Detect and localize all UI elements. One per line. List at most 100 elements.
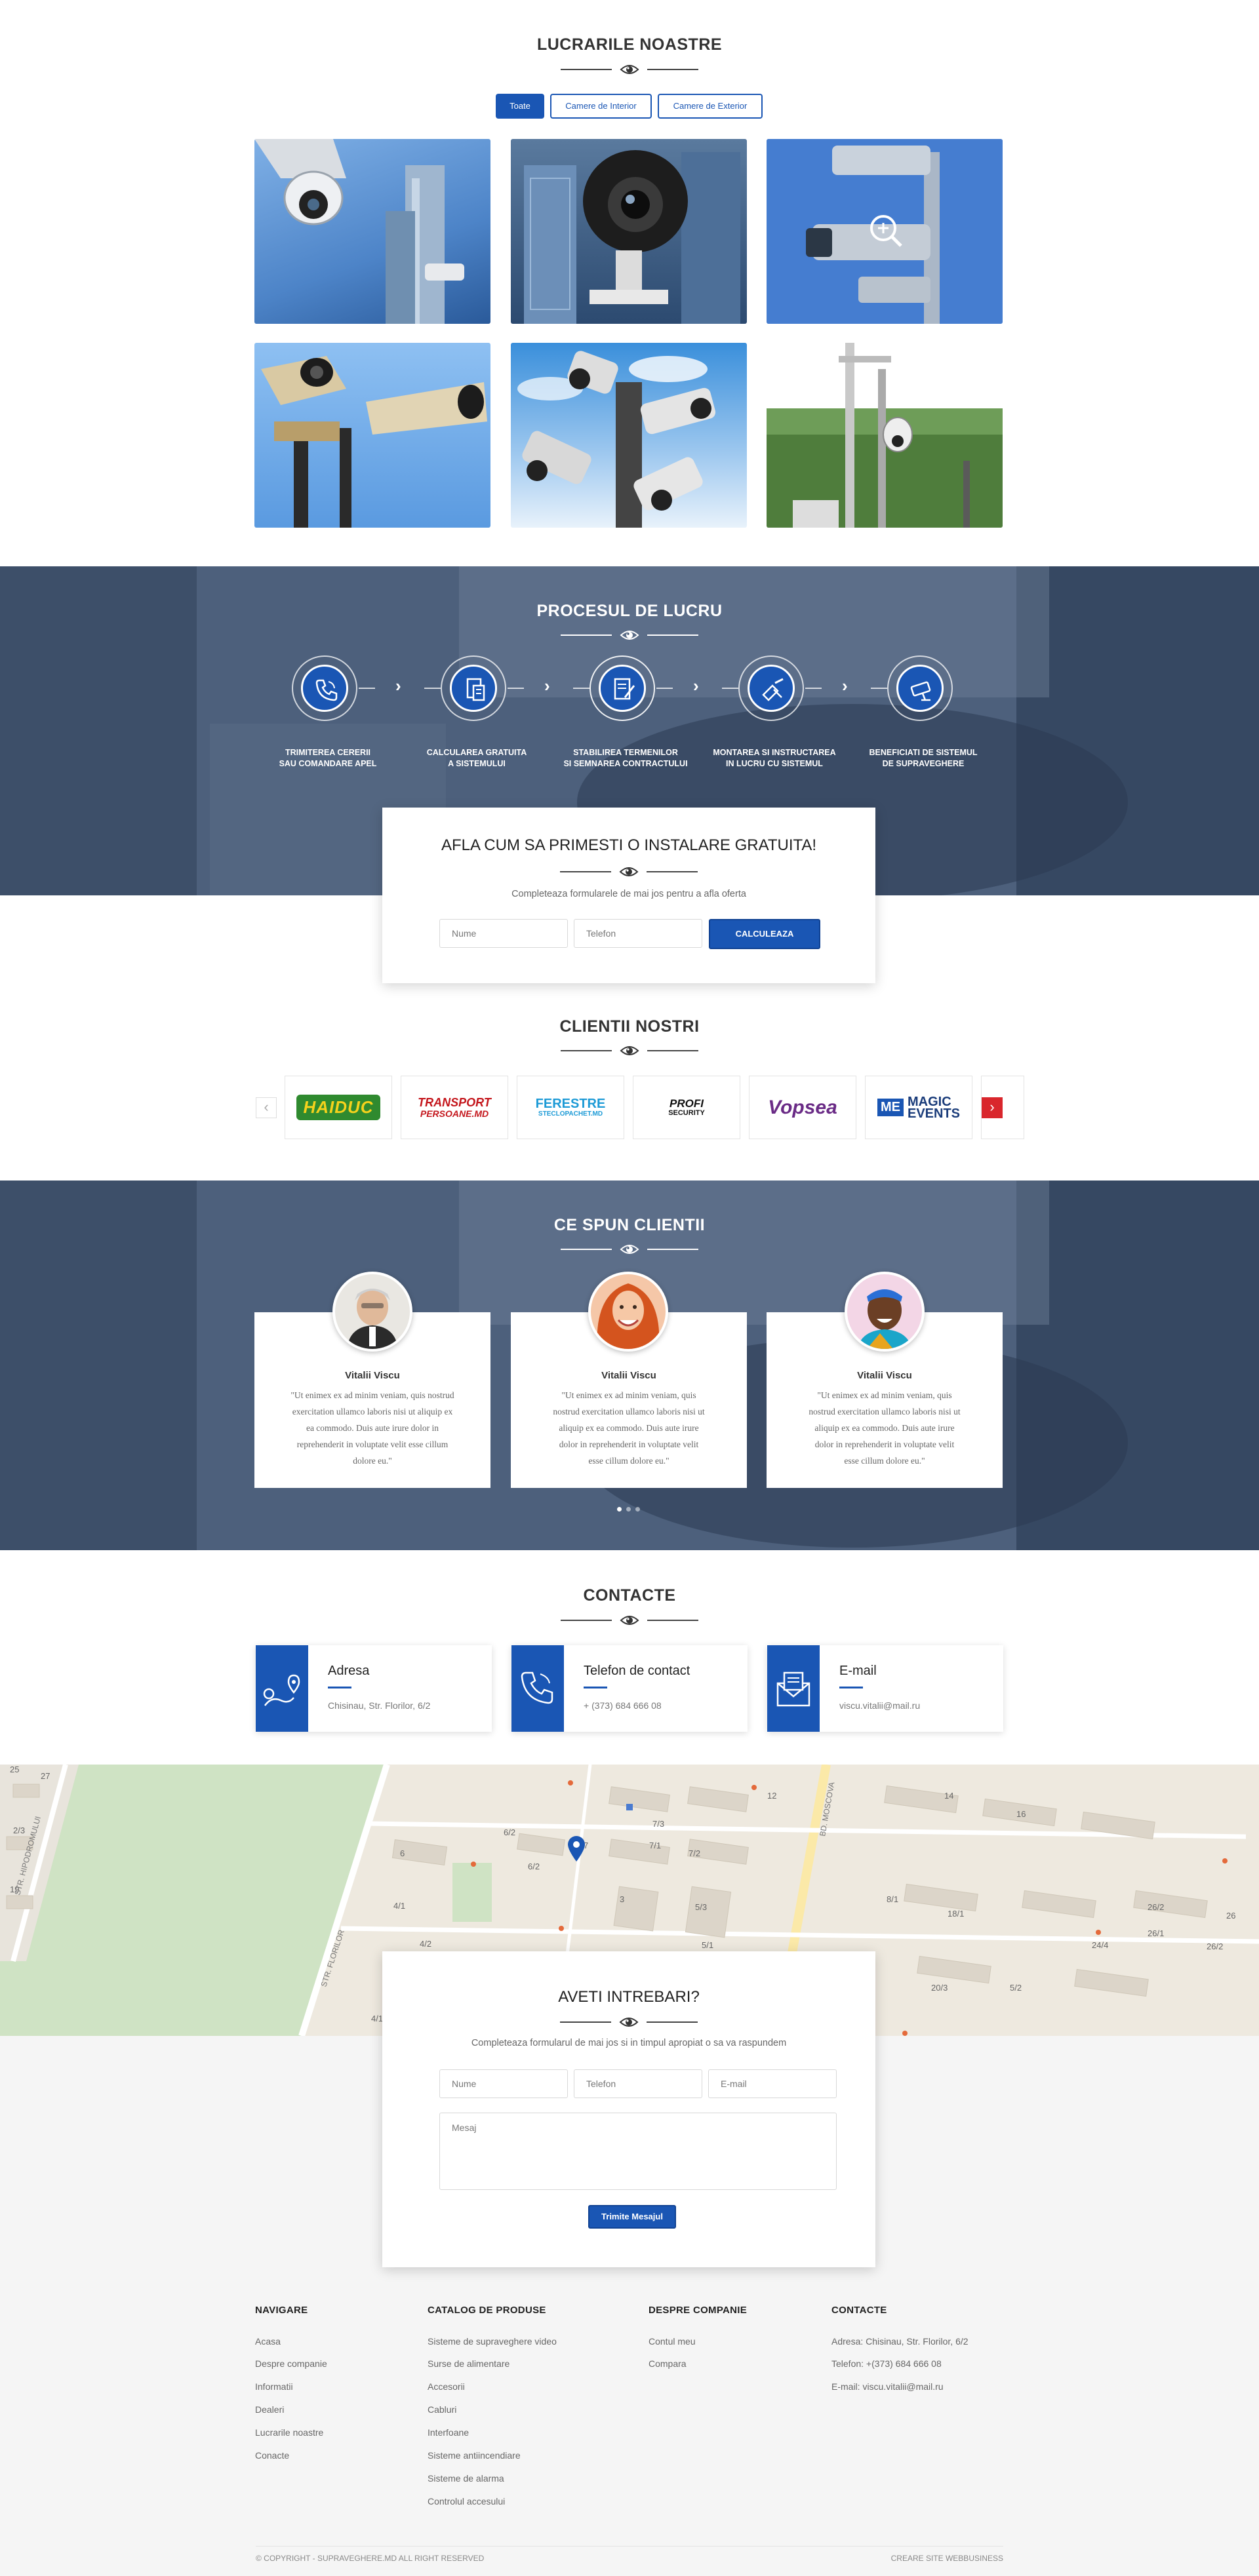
footer-link[interactable]: Despre companie bbox=[255, 2358, 327, 2369]
svg-text:25: 25 bbox=[10, 1765, 19, 1774]
footer-link[interactable]: Lucrarile noastre bbox=[255, 2427, 323, 2438]
avatar bbox=[332, 1272, 412, 1352]
avatar bbox=[845, 1272, 925, 1352]
offer-title: AFLA CUM SA PRIMESTI O INSTALARE GRATUIT… bbox=[441, 836, 817, 854]
footer-link[interactable]: Cabluri bbox=[428, 2404, 456, 2415]
carousel-dot[interactable] bbox=[635, 1507, 640, 1512]
footer-link[interactable]: Contul meu bbox=[649, 2336, 696, 2347]
client-logo-profi[interactable]: PROFI SECURITY bbox=[633, 1076, 740, 1139]
step-4-label: MONTAREA SI INSTRUCTAREA IN LUCRU CU SIST… bbox=[713, 748, 836, 768]
svg-text:4/1: 4/1 bbox=[371, 2014, 383, 2023]
svg-text:26/1: 26/1 bbox=[1148, 1928, 1164, 1938]
svg-text:27: 27 bbox=[41, 1771, 50, 1781]
offer-name-input[interactable]: Nume bbox=[439, 919, 568, 948]
testimonial-quote: "Ut enimex ex ad minim veniam, quis nost… bbox=[290, 1390, 454, 1466]
offer-phone-input[interactable]: Telefon bbox=[574, 919, 702, 948]
footer-link[interactable]: Surse de alimentare bbox=[428, 2358, 510, 2369]
contact-card-value: viscu.vitalii@mail.ru bbox=[839, 1700, 921, 1711]
svg-text:24/4: 24/4 bbox=[1092, 1940, 1108, 1950]
step-2-icon-circle bbox=[441, 655, 506, 721]
work-photo-2[interactable] bbox=[511, 139, 747, 324]
step-1-label: TRIMITEREA CERERII SAU COMANDARE APEL bbox=[279, 748, 377, 768]
svg-text:7/3: 7/3 bbox=[652, 1819, 664, 1829]
avatar-photo-2 bbox=[591, 1274, 666, 1349]
client-logo-transport[interactable]: TRANSPORT PERSOANE.MD bbox=[401, 1076, 508, 1139]
footer-col-title: CATALOG DE PRODUSE bbox=[428, 2305, 546, 2316]
svg-text:6/2: 6/2 bbox=[504, 1827, 515, 1837]
testimonial-quote: "Ut enimex ex ad minim veniam, quis nostr… bbox=[553, 1390, 705, 1466]
client-logo-haiduc[interactable]: HAIDUC bbox=[285, 1076, 392, 1139]
step-4-icon-circle bbox=[738, 655, 804, 721]
question-form: AVETI INTREBARI? Completeaza formularul … bbox=[382, 1951, 875, 2267]
map-marker-icon[interactable] bbox=[567, 1835, 586, 1863]
dome-camera-image bbox=[254, 139, 464, 324]
footer-link[interactable]: Compara bbox=[649, 2358, 687, 2369]
contact-card-address: Adresa Chisinau, Str. Florilor, 6/2 bbox=[256, 1645, 492, 1732]
filter-tab-toate[interactable]: Toate bbox=[496, 94, 544, 119]
clients-prev-arrow[interactable]: ‹ bbox=[256, 1097, 277, 1118]
footer-link[interactable]: Acasa bbox=[255, 2336, 281, 2347]
clients-next-arrow[interactable]: › bbox=[982, 1097, 1003, 1118]
svg-text:14: 14 bbox=[944, 1791, 953, 1801]
work-photo-3[interactable] bbox=[767, 139, 1003, 324]
carousel-dot-active[interactable] bbox=[617, 1507, 622, 1512]
svg-text:8/1: 8/1 bbox=[887, 1894, 898, 1904]
client-logo-ferestre[interactable]: FERESTRE STECLOPACHET.MD bbox=[517, 1076, 624, 1139]
eye-divider bbox=[561, 626, 698, 644]
question-email-input[interactable]: E-mail bbox=[708, 2069, 837, 2098]
work-photo-6[interactable] bbox=[767, 343, 1003, 528]
carousel-dot[interactable] bbox=[626, 1507, 631, 1512]
footer-link[interactable]: Interfoane bbox=[428, 2427, 469, 2438]
client-logo-magic-events[interactable]: ME MAGIC EVENTS bbox=[865, 1076, 972, 1139]
phone-icon bbox=[521, 1671, 553, 1704]
filter-tab-interior[interactable]: Camere de Interior bbox=[550, 94, 652, 119]
site-credit-link[interactable]: CREARE SITE WEBBUSINESS bbox=[807, 2554, 1003, 2563]
question-message-textarea[interactable]: Mesaj bbox=[439, 2113, 837, 2190]
step-3-label: STABILIREA TERMENILOR SI SEMNAREA CONTRAC… bbox=[563, 748, 688, 768]
footer-link[interactable]: Informatii bbox=[255, 2381, 293, 2392]
eye-divider bbox=[561, 1611, 698, 1630]
free-install-form: AFLA CUM SA PRIMESTI O INSTALARE GRATUIT… bbox=[382, 808, 875, 983]
avatar-photo-3 bbox=[847, 1274, 922, 1349]
svg-text:3: 3 bbox=[620, 1894, 624, 1904]
footer-link[interactable]: Controlul accesului bbox=[428, 2496, 505, 2507]
footer-contact-address: Adresa: Chisinau, Str. Florilor, 6/2 bbox=[831, 2336, 969, 2347]
filter-tab-exterior[interactable]: Camere de Exterior bbox=[658, 94, 763, 119]
footer-col-title: CONTACTE bbox=[831, 2305, 887, 2316]
step-2-label: CALCULAREA GRATUITA A SISTEMULUI bbox=[426, 748, 527, 768]
footer-link[interactable]: Sisteme antiincendiare bbox=[428, 2450, 521, 2461]
step-arrow: › bbox=[842, 676, 848, 695]
footer-link[interactable]: Accesorii bbox=[428, 2381, 465, 2392]
step-arrow: › bbox=[544, 676, 550, 695]
footer-contact-email[interactable]: E-mail: viscu.vitalii@mail.ru bbox=[831, 2381, 944, 2392]
contact-card-title: E-mail bbox=[839, 1664, 877, 1678]
svg-text:26/2: 26/2 bbox=[1207, 1942, 1223, 1951]
send-message-button[interactable]: Trimite Mesajul bbox=[588, 2205, 676, 2229]
contract-sign-icon bbox=[614, 678, 635, 700]
footer-divider bbox=[256, 2546, 1003, 2547]
client-logo-vopsea[interactable]: Vopsea bbox=[749, 1076, 856, 1139]
work-photo-5[interactable] bbox=[511, 343, 747, 528]
footer-link[interactable]: Sisteme de alarma bbox=[428, 2473, 504, 2484]
eye-icon bbox=[619, 2018, 639, 2027]
question-title: AVETI INTREBARI? bbox=[558, 1988, 700, 2006]
eye-divider bbox=[561, 1042, 698, 1060]
svg-text:4/1: 4/1 bbox=[393, 1901, 405, 1911]
work-photo-1[interactable] bbox=[254, 139, 490, 324]
calculator-doc-icon bbox=[466, 678, 485, 701]
bullet-camera-image bbox=[524, 150, 740, 324]
calculate-button[interactable]: CALCULEAZA bbox=[709, 919, 820, 949]
footer-link[interactable]: Dealeri bbox=[255, 2404, 284, 2415]
svg-text:5/1: 5/1 bbox=[702, 1940, 713, 1950]
footer-link[interactable]: Conacte bbox=[255, 2450, 289, 2461]
footer-contact-phone: Telefon: +(373) 684 666 08 bbox=[831, 2358, 942, 2369]
testimonial-name: Vitalii Viscu bbox=[345, 1370, 400, 1381]
work-photo-4[interactable] bbox=[254, 343, 490, 528]
svg-text:20/3: 20/3 bbox=[931, 1983, 948, 1993]
contact-card-value: Chisinau, Str. Florilor, 6/2 bbox=[328, 1700, 431, 1711]
footer-link[interactable]: Sisteme de supraveghere video bbox=[428, 2336, 557, 2347]
question-name-input[interactable]: Nume bbox=[439, 2069, 568, 2098]
svg-text:2/3: 2/3 bbox=[13, 1825, 25, 1835]
question-phone-input[interactable]: Telefon bbox=[574, 2069, 702, 2098]
eye-divider bbox=[561, 1240, 698, 1259]
